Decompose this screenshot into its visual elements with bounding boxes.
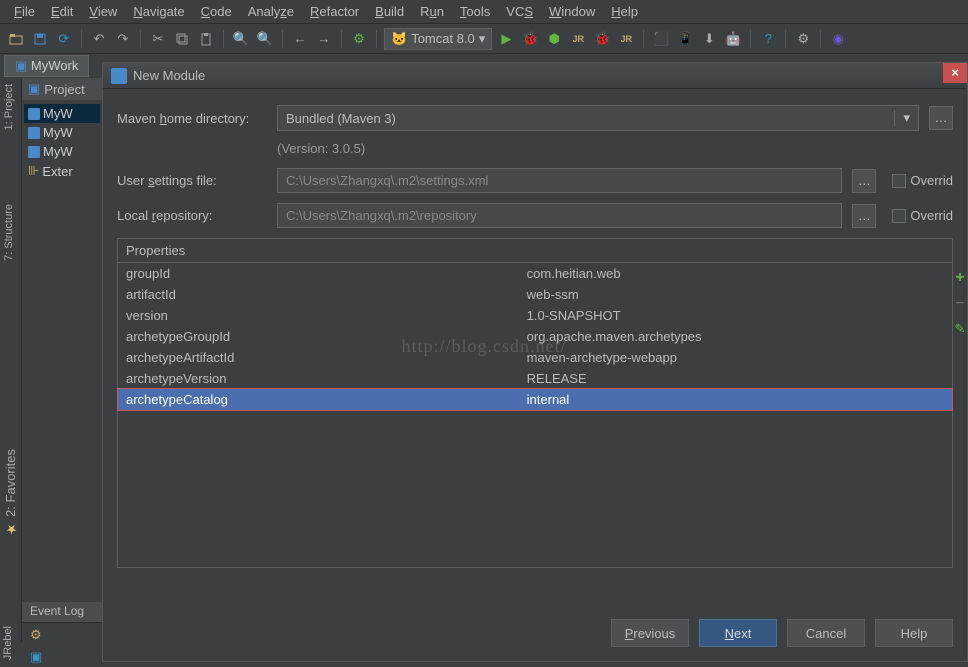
save-icon[interactable] [30, 29, 50, 49]
menubar: File Edit View Navigate Code Analyze Ref… [0, 0, 968, 24]
tree-item[interactable]: MyW [24, 104, 100, 123]
menu-file[interactable]: File [6, 4, 43, 19]
sidebar-tab-structure[interactable]: 7: Structure [0, 198, 18, 267]
property-row[interactable]: artifactIdweb-ssm [118, 284, 952, 305]
next-button[interactable]: Next [699, 619, 777, 647]
local-repo-label: Local repository: [117, 208, 267, 223]
cancel-button[interactable]: Cancel [787, 619, 865, 647]
override-checkbox[interactable]: Overrid [892, 208, 953, 223]
add-property-button[interactable]: + [952, 269, 968, 285]
menu-navigate[interactable]: Navigate [125, 4, 192, 19]
local-repo-field[interactable]: C:\Users\Zhangxq\.m2\repository [277, 203, 842, 228]
maven-home-combo[interactable]: Bundled (Maven 3) ▾ [277, 105, 919, 131]
redo-icon[interactable]: ↷ [113, 29, 133, 49]
stop-icon[interactable]: ⬛ [651, 29, 671, 49]
dropdown-icon: ▾ [479, 31, 486, 47]
eclipse-icon[interactable]: ◉ [828, 29, 848, 49]
previous-button[interactable]: Previous [611, 619, 689, 647]
run-config-label: Tomcat 8.0 [411, 31, 475, 46]
override-checkbox[interactable]: Overrid [892, 173, 953, 188]
refresh-icon[interactable]: ⟳ [54, 29, 74, 49]
find-icon[interactable]: 🔍 [231, 29, 251, 49]
property-row-selected[interactable]: archetypeCataloginternal [118, 389, 952, 410]
user-settings-label: User settings file: [117, 173, 267, 188]
remove-property-button[interactable]: − [952, 295, 968, 311]
run-config-selector[interactable]: 🐱 Tomcat 8.0 ▾ [384, 28, 492, 50]
property-tools: + − ✎ [952, 269, 968, 347]
properties-table[interactable]: groupIdcom.heitian.web artifactIdweb-ssm… [118, 263, 952, 410]
jr-icon[interactable]: JR [568, 29, 588, 49]
undo-icon[interactable]: ↶ [89, 29, 109, 49]
tree-item[interactable]: MyW [24, 142, 100, 161]
editor-tab[interactable]: ▣ MyWork [4, 55, 89, 77]
maven-home-label: Maven home directory: [117, 111, 267, 126]
dialog-icon [111, 68, 127, 84]
copy-icon[interactable] [172, 29, 192, 49]
left-gutter: 1: Project 7: Structure ★ 2: Favorites [0, 78, 22, 642]
coverage-icon[interactable]: ⬢ [544, 29, 564, 49]
sidebar-tab-favorites[interactable]: ★ 2: Favorites [0, 443, 21, 542]
chevron-down-icon: ▾ [894, 110, 910, 126]
android-icon[interactable]: 🤖 [723, 29, 743, 49]
sidebar-tab-project[interactable]: 1: Project [0, 78, 18, 136]
property-row[interactable]: archetypeGroupIdorg.apache.maven.archety… [118, 326, 952, 347]
run-icon[interactable]: ▶ [496, 29, 516, 49]
menu-vcs[interactable]: VCS [498, 4, 541, 19]
property-row[interactable]: archetypeArtifactIdmaven-archetype-webap… [118, 347, 952, 368]
jr-debug-icon[interactable]: 🐞 [592, 29, 612, 49]
browse-button[interactable]: … [852, 169, 876, 193]
property-row[interactable]: groupIdcom.heitian.web [118, 263, 952, 284]
open-icon[interactable] [6, 29, 26, 49]
replace-icon[interactable]: 🔍 [255, 29, 275, 49]
jrebel-icon[interactable]: ⚙ [793, 29, 813, 49]
menu-tools[interactable]: Tools [452, 4, 498, 19]
avd-icon[interactable]: 📱 [675, 29, 695, 49]
menu-analyze[interactable]: Analyze [240, 4, 302, 19]
browse-button[interactable]: … [929, 106, 953, 130]
properties-panel: Properties groupIdcom.heitian.web artifa… [117, 238, 953, 568]
menu-help[interactable]: Help [603, 4, 646, 19]
menu-view[interactable]: View [81, 4, 125, 19]
project-tool-window: ▣ Project MyW MyW MyW ⊪ Exter [22, 78, 102, 602]
build-icon[interactable]: ⚙ [349, 29, 369, 49]
close-button[interactable]: × [943, 63, 967, 83]
debug-icon[interactable]: 🐞 [520, 29, 540, 49]
help-button[interactable]: Help [875, 619, 953, 647]
help-icon[interactable]: ? [758, 29, 778, 49]
maven-version-text: (Version: 3.0.5) [277, 141, 953, 156]
sdk-icon[interactable]: ⬇ [699, 29, 719, 49]
browse-button[interactable]: … [852, 204, 876, 228]
jr2-icon[interactable]: JR [616, 29, 636, 49]
forward-icon[interactable]: → [314, 29, 334, 49]
property-row[interactable]: version1.0-SNAPSHOT [118, 305, 952, 326]
tree-item[interactable]: ⊪ Exter [24, 161, 100, 181]
menu-run[interactable]: Run [412, 4, 452, 19]
back-icon[interactable]: ← [290, 29, 310, 49]
edit-property-button[interactable]: ✎ [952, 321, 968, 337]
paste-icon[interactable] [196, 29, 216, 49]
menu-code[interactable]: Code [193, 4, 240, 19]
tree-item[interactable]: MyW [24, 123, 100, 142]
menu-window[interactable]: Window [541, 4, 603, 19]
project-tool-header[interactable]: ▣ Project [22, 78, 102, 100]
menu-edit[interactable]: Edit [43, 4, 81, 19]
property-row[interactable]: archetypeVersionRELEASE [118, 368, 952, 389]
dialog-titlebar: New Module × [103, 63, 967, 89]
toolbar: ⟳ ↶ ↷ ✂ 🔍 🔍 ← → ⚙ 🐱 Tomcat 8.0 ▾ ▶ 🐞 ⬢ J… [0, 24, 968, 54]
menu-refactor[interactable]: Refactor [302, 4, 367, 19]
dialog-title: New Module [133, 68, 205, 83]
dialog-buttons: Previous Next Cancel Help [611, 619, 953, 647]
cut-icon[interactable]: ✂ [148, 29, 168, 49]
new-module-dialog: New Module × Maven home directory: Bundl… [102, 62, 968, 662]
menu-build[interactable]: Build [367, 4, 412, 19]
user-settings-field[interactable]: C:\Users\Zhangxq\.m2\settings.xml [277, 168, 842, 193]
properties-header: Properties [118, 239, 952, 263]
sidebar-tab-jrebel[interactable]: JRebel [0, 624, 16, 662]
